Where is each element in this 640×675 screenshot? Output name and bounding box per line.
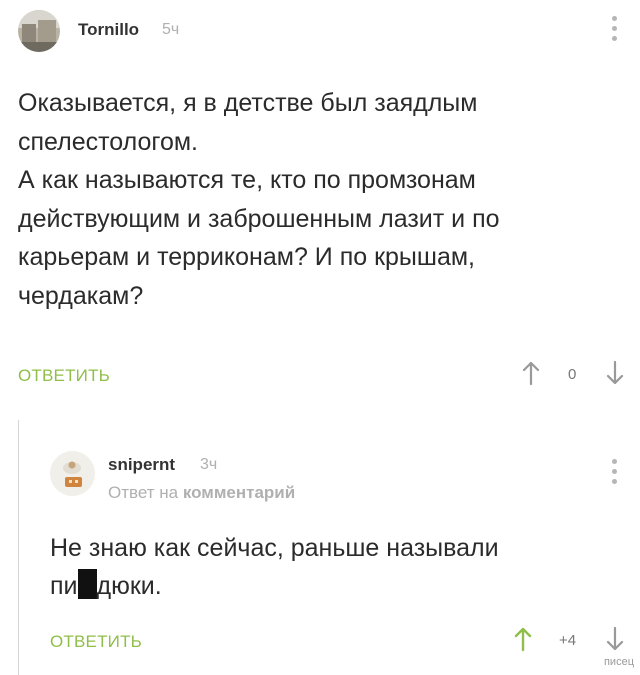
comment-text: дюки. xyxy=(96,572,162,600)
reply-button[interactable]: ОТВЕТИТЬ xyxy=(18,366,110,386)
comment-text: пи xyxy=(50,572,78,600)
more-vertical-icon[interactable] xyxy=(612,16,618,46)
reply-to-prefix: Ответ на xyxy=(108,483,179,502)
watermark: писец xyxy=(603,656,634,668)
comment-time: 3ч xyxy=(200,456,218,473)
reply-to-link[interactable]: комментарий xyxy=(183,483,295,502)
username[interactable]: snipernt xyxy=(108,455,175,475)
comment-line: Не знаю как сейчас, раньше называли xyxy=(50,534,499,562)
username[interactable]: Tornillo xyxy=(78,20,139,40)
reply-button[interactable]: ОТВЕТИТЬ xyxy=(50,632,142,652)
comment-time: 5ч xyxy=(162,21,180,38)
comment-line: спелестологом. xyxy=(18,127,199,156)
rating-count: +4 xyxy=(559,632,577,649)
comment-line: пи дюки. xyxy=(50,567,620,605)
more-vertical-icon[interactable] xyxy=(612,459,618,489)
arrow-up-icon[interactable] xyxy=(521,360,541,386)
comment-body: Не знаю как сейчас, раньше называли пи дю… xyxy=(50,529,620,605)
arrow-down-icon[interactable] xyxy=(605,626,625,652)
reply-to-info: Ответ на комментарий xyxy=(108,483,295,503)
comment-line: карьерам и терриконам? И по крышам, xyxy=(18,243,475,271)
censor-block xyxy=(77,569,97,599)
comment-line: действующим и заброшенным лазит и по xyxy=(18,204,500,233)
arrow-down-icon[interactable] xyxy=(605,360,625,386)
arrow-up-icon[interactable] xyxy=(513,626,533,652)
avatar[interactable] xyxy=(18,10,60,52)
avatar[interactable] xyxy=(50,451,95,496)
comment-line: А как называются те, кто по промзонам xyxy=(18,166,476,194)
comment-line: Оказывается, я в детстве был заядлым xyxy=(18,89,478,117)
rating-count: 0 xyxy=(568,366,577,383)
comment-body: Оказывается, я в детстве был заядлым спе… xyxy=(18,84,608,315)
comment-line: чердакам? xyxy=(18,281,144,310)
thread-line xyxy=(18,420,19,675)
